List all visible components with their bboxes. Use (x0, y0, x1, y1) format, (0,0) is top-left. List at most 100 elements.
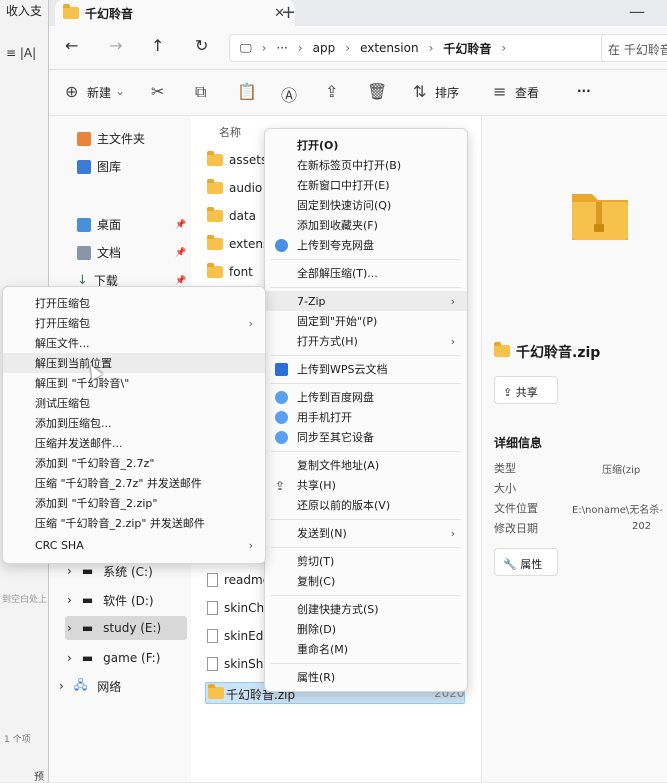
chevron-right-icon[interactable]: › (67, 593, 72, 607)
cut-icon[interactable]: ✂ (151, 82, 164, 101)
submenu-item-compress-email[interactable]: 压缩并发送邮件... (3, 433, 265, 453)
overflow-crumbs[interactable]: ··· (276, 41, 287, 55)
share-button[interactable]: ⇪ 共享 (494, 376, 558, 404)
list-item[interactable]: audio (207, 178, 262, 198)
nav-item-network[interactable]: › 🖧 网络 (57, 674, 179, 698)
menu-item-sync-devices[interactable]: 同步至其它设备 (265, 427, 467, 447)
new-plus-icon[interactable]: ⊕ (65, 82, 78, 101)
menu-item-cut[interactable]: 剪切(T) (265, 551, 467, 571)
menu-item-restore-versions[interactable]: 还原以前的版本(V) (265, 495, 467, 515)
list-item[interactable]: skinSha (207, 654, 271, 674)
tab-current-folder[interactable]: 千幻聆音 ✕ (55, 0, 295, 26)
menu-item-copy[interactable]: 复制(C) (265, 571, 467, 591)
submenu-item-open-archive-more[interactable]: 打开压缩包 › (3, 313, 265, 333)
menu-item-open-with[interactable]: 打开方式(H) › (265, 331, 467, 351)
chevron-right-icon[interactable]: › (67, 564, 72, 578)
submenu-item-add-to-archive[interactable]: 添加到压缩包... (3, 413, 265, 433)
menu-item-open-phone[interactable]: 用手机打开 (265, 407, 467, 427)
computer-icon[interactable]: 🖵 (240, 41, 252, 56)
chevron-right-icon[interactable]: › (67, 621, 72, 635)
breadcrumb[interactable]: 🖵 › ··· › app › extension › 千幻聆音 › (229, 34, 609, 62)
pin-icon[interactable]: 📌 (175, 276, 186, 286)
submenu-item-open-archive[interactable]: 打开压缩包 (3, 293, 265, 313)
chevron-right-icon[interactable]: › (67, 651, 72, 665)
menu-item-open-new-window[interactable]: 在新窗口中打开(E) (265, 175, 467, 195)
rename-icon[interactable]: Ⓐ (281, 82, 297, 106)
up-arrow-icon[interactable]: ↑ (151, 36, 164, 55)
submenu-item-test-archive[interactable]: 测试压缩包 (3, 393, 265, 413)
new-tab-button[interactable]: + (281, 2, 296, 23)
list-item[interactable]: skinEdit (207, 626, 271, 646)
menu-item-upload-wps[interactable]: 上传到WPS云文档 (265, 359, 467, 379)
menu-item-add-favorites[interactable]: 添加到收藏夹(F) (265, 215, 467, 235)
menu-item-properties[interactable]: 属性(R) (265, 667, 467, 687)
refresh-icon[interactable]: ↻ (195, 36, 208, 55)
menu-item-open[interactable]: 打开(O) (265, 135, 467, 155)
submenu-item-extract-files[interactable]: 解压文件... (3, 333, 265, 353)
list-item[interactable]: data (207, 206, 256, 226)
menu-item-create-shortcut[interactable]: 创建快捷方式(S) (265, 599, 467, 619)
drive-d[interactable]: › ▬ 软件 (D:) (65, 588, 187, 612)
menu-item-open-new-tab[interactable]: 在新标签页中打开(B) (265, 155, 467, 175)
menu-item-upload-baidu[interactable]: 上传到百度网盘 (265, 387, 467, 407)
delete-icon[interactable]: 🗑 (367, 82, 387, 101)
menu-item-share[interactable]: ⇪ 共享(H) (265, 475, 467, 495)
chevron-right-icon: › (297, 41, 303, 55)
details-heading: 详细信息 (494, 436, 543, 450)
menu-divider (271, 451, 461, 452)
menu-item-extract-all[interactable]: 全部解压缩(T)... (265, 263, 467, 283)
list-item[interactable]: assets (207, 150, 267, 170)
drive-f[interactable]: › ▬ game (F:) (65, 646, 187, 670)
menu-item-copy-path[interactable]: 复制文件地址(A) (265, 455, 467, 475)
list-item[interactable]: font (207, 262, 253, 282)
breadcrumb-app[interactable]: app (313, 41, 336, 55)
submenu-item-extract-here[interactable]: 解压到当前位置 (3, 353, 265, 373)
submenu-item-compress-zip-email[interactable]: 压缩 "千幻聆音_2.zip" 并发送邮件 (3, 513, 265, 533)
menu-item-upload-quark[interactable]: 上传到夸克网盘 (265, 235, 467, 255)
view-icon[interactable]: ≡ (493, 82, 506, 101)
nav-item-documents[interactable]: 文档 (77, 244, 121, 261)
view-button[interactable]: 查看 (515, 84, 539, 101)
menu-divider (271, 663, 461, 664)
nav-item-home[interactable]: 主文件夹 (77, 130, 145, 147)
menu-item-send-to[interactable]: 发送到(N) › (265, 523, 467, 543)
zip-folder-icon (208, 684, 224, 699)
submenu-item-add-zip[interactable]: 添加到 "千幻聆音_2.zip" (3, 493, 265, 513)
chevron-right-icon[interactable]: › (59, 679, 64, 693)
new-button[interactable]: 新建 (87, 84, 111, 101)
list-item[interactable]: skinCha (207, 598, 271, 618)
pin-icon[interactable]: 📌 (175, 220, 186, 230)
back-arrow-icon[interactable]: ← (65, 36, 78, 55)
drive-e[interactable]: › ▬ study (E:) (65, 616, 187, 640)
pin-icon[interactable]: 📌 (175, 248, 186, 258)
more-options-button[interactable]: ··· (577, 84, 591, 98)
menu-item-delete[interactable]: 删除(D) (265, 619, 467, 639)
sort-button[interactable]: 排序 (435, 84, 459, 101)
menu-item-pin-quick-access[interactable]: 固定到快速访问(Q) (265, 195, 467, 215)
list-item[interactable]: readme (207, 570, 270, 590)
submenu-item-extract-to-folder[interactable]: 解压到 "千幻聆音\" (3, 373, 265, 393)
forward-arrow-icon[interactable]: → (109, 36, 122, 55)
share-label: 共享 (515, 386, 538, 399)
properties-button[interactable]: 🔧 属性 (494, 548, 558, 576)
nav-item-gallery[interactable]: 图库 (77, 158, 121, 175)
submenu-item-compress-7z-email[interactable]: 压缩 "千幻聆音_2.7z" 并发送邮件 (3, 473, 265, 493)
drive-icon: ▬ (81, 564, 94, 578)
column-header-name[interactable]: 名称 (219, 124, 241, 140)
nav-item-desktop[interactable]: 桌面 (77, 216, 121, 233)
menu-item-label: 属性(R) (297, 671, 336, 684)
menu-item-7zip[interactable]: 7-Zip › (265, 291, 467, 311)
submenu-item-crc-sha[interactable]: CRC SHA › (3, 535, 265, 555)
chevron-right-icon: › (450, 526, 455, 540)
menu-item-pin-start[interactable]: 固定到"开始"(P) (265, 311, 467, 331)
share-icon[interactable]: ⇪ (325, 82, 338, 101)
breadcrumb-extension[interactable]: extension (360, 41, 419, 55)
sort-icon[interactable]: ⇅ (413, 82, 426, 101)
search-input[interactable]: 在 千幻聆音 (601, 34, 667, 62)
copy-icon[interactable]: ⧉ (195, 82, 206, 102)
breadcrumb-current[interactable]: 千幻聆音 (443, 40, 491, 57)
submenu-item-add-7z[interactable]: 添加到 "千幻聆音_2.7z" (3, 453, 265, 473)
menu-item-rename[interactable]: 重命名(M) (265, 639, 467, 659)
minimize-button[interactable]: — (629, 2, 645, 21)
paste-icon[interactable]: 📋 (237, 82, 257, 101)
